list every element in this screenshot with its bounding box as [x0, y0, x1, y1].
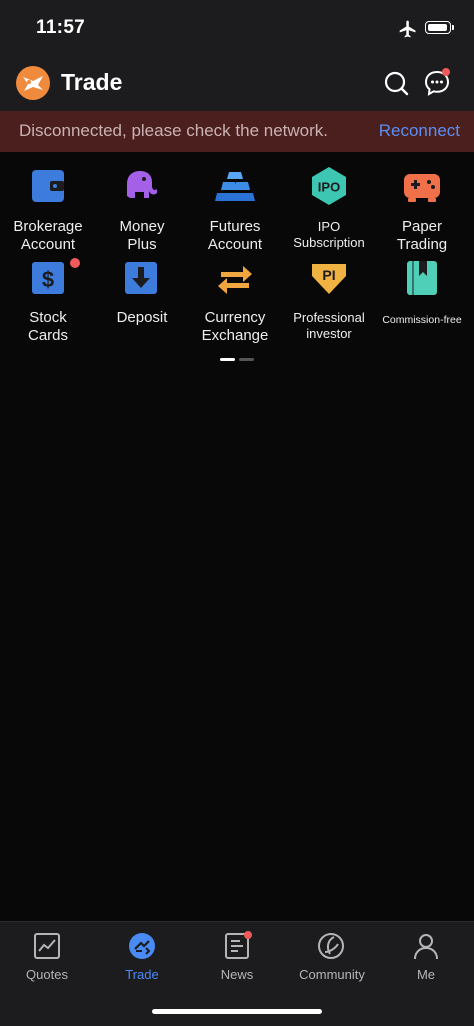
grid-label-line1: Stock	[29, 309, 67, 326]
news-badge	[244, 931, 252, 939]
status-bar: 11:57	[0, 0, 474, 58]
stock-cards-badge	[70, 258, 80, 268]
grid-label-line1: IPO	[317, 219, 341, 234]
grid-label-line2: Subscription	[293, 235, 365, 250]
reconnect-link[interactable]: Reconnect	[379, 121, 460, 141]
tab-quotes[interactable]: Quotes	[0, 922, 94, 992]
elephant-icon	[127, 171, 157, 198]
page-indicator-active	[220, 358, 235, 361]
home-indicator	[152, 1009, 322, 1014]
battery-icon	[425, 21, 454, 34]
grid-label-line2: Account	[207, 236, 263, 253]
community-icon	[318, 933, 344, 959]
svg-text:$: $	[42, 267, 54, 292]
stock-card-icon: $	[32, 262, 64, 294]
tab-label: Community	[299, 967, 365, 982]
deposit-icon	[125, 262, 157, 294]
pi-icon-text: PI	[322, 267, 335, 283]
tab-label: Trade	[125, 967, 159, 982]
trade-icon	[129, 933, 155, 959]
tab-label: Me	[416, 967, 436, 982]
app-logo-icon	[16, 66, 50, 100]
search-icon[interactable]	[382, 69, 410, 97]
grid-label-line2: Exchange	[201, 327, 269, 344]
bookmark-book-icon	[407, 261, 437, 295]
grid-label-line1: Futures	[209, 218, 261, 235]
messages-badge	[442, 68, 450, 76]
trade-screen: 11:57 Trade Disconnected, please check t…	[0, 0, 474, 1026]
grid-label-line2: Trading	[396, 236, 448, 253]
network-banner: Disconnected, please check the network. …	[0, 111, 474, 152]
grid-label-line1: Commission-free	[382, 314, 462, 326]
tab-label: Quotes	[26, 967, 68, 982]
ipo-icon: IPO	[312, 167, 346, 205]
grid-label-line1: Brokerage	[13, 218, 83, 235]
page-title: Trade	[61, 69, 123, 95]
exchange-icon	[218, 266, 252, 294]
grid-label-line1: Money	[119, 218, 165, 235]
pi-badge-icon: PI	[312, 264, 346, 294]
gold-bars-icon	[215, 172, 255, 201]
tab-label: News	[220, 967, 254, 982]
ipo-icon-text: IPO	[318, 180, 340, 195]
gamepad-icon	[404, 174, 440, 202]
grid-label-line2: Account	[20, 236, 76, 253]
grid-label-line2: Plus	[127, 236, 157, 253]
banner-message: Disconnected, please check the network.	[19, 121, 329, 140]
grid-label-line1: Currency	[204, 309, 266, 326]
grid-label-line1: Professional	[293, 310, 365, 325]
user-icon	[414, 934, 438, 960]
status-time: 11:57	[36, 17, 86, 38]
grid-label-line2: investor	[306, 326, 352, 341]
tab-trade[interactable]: Trade	[95, 922, 189, 992]
tab-me[interactable]: Me	[379, 922, 473, 992]
grid-label-line2: Cards	[27, 327, 68, 344]
chart-icon	[34, 933, 60, 959]
wallet-icon	[32, 170, 64, 202]
airplane-mode-icon	[399, 20, 416, 38]
tab-community[interactable]: Community	[284, 922, 378, 992]
page-indicator-inactive	[239, 358, 254, 361]
tab-news[interactable]: News	[190, 922, 284, 992]
grid-label-line1: Deposit	[116, 309, 168, 326]
grid-label-line1: Paper	[401, 218, 443, 235]
header: Trade	[0, 58, 474, 111]
